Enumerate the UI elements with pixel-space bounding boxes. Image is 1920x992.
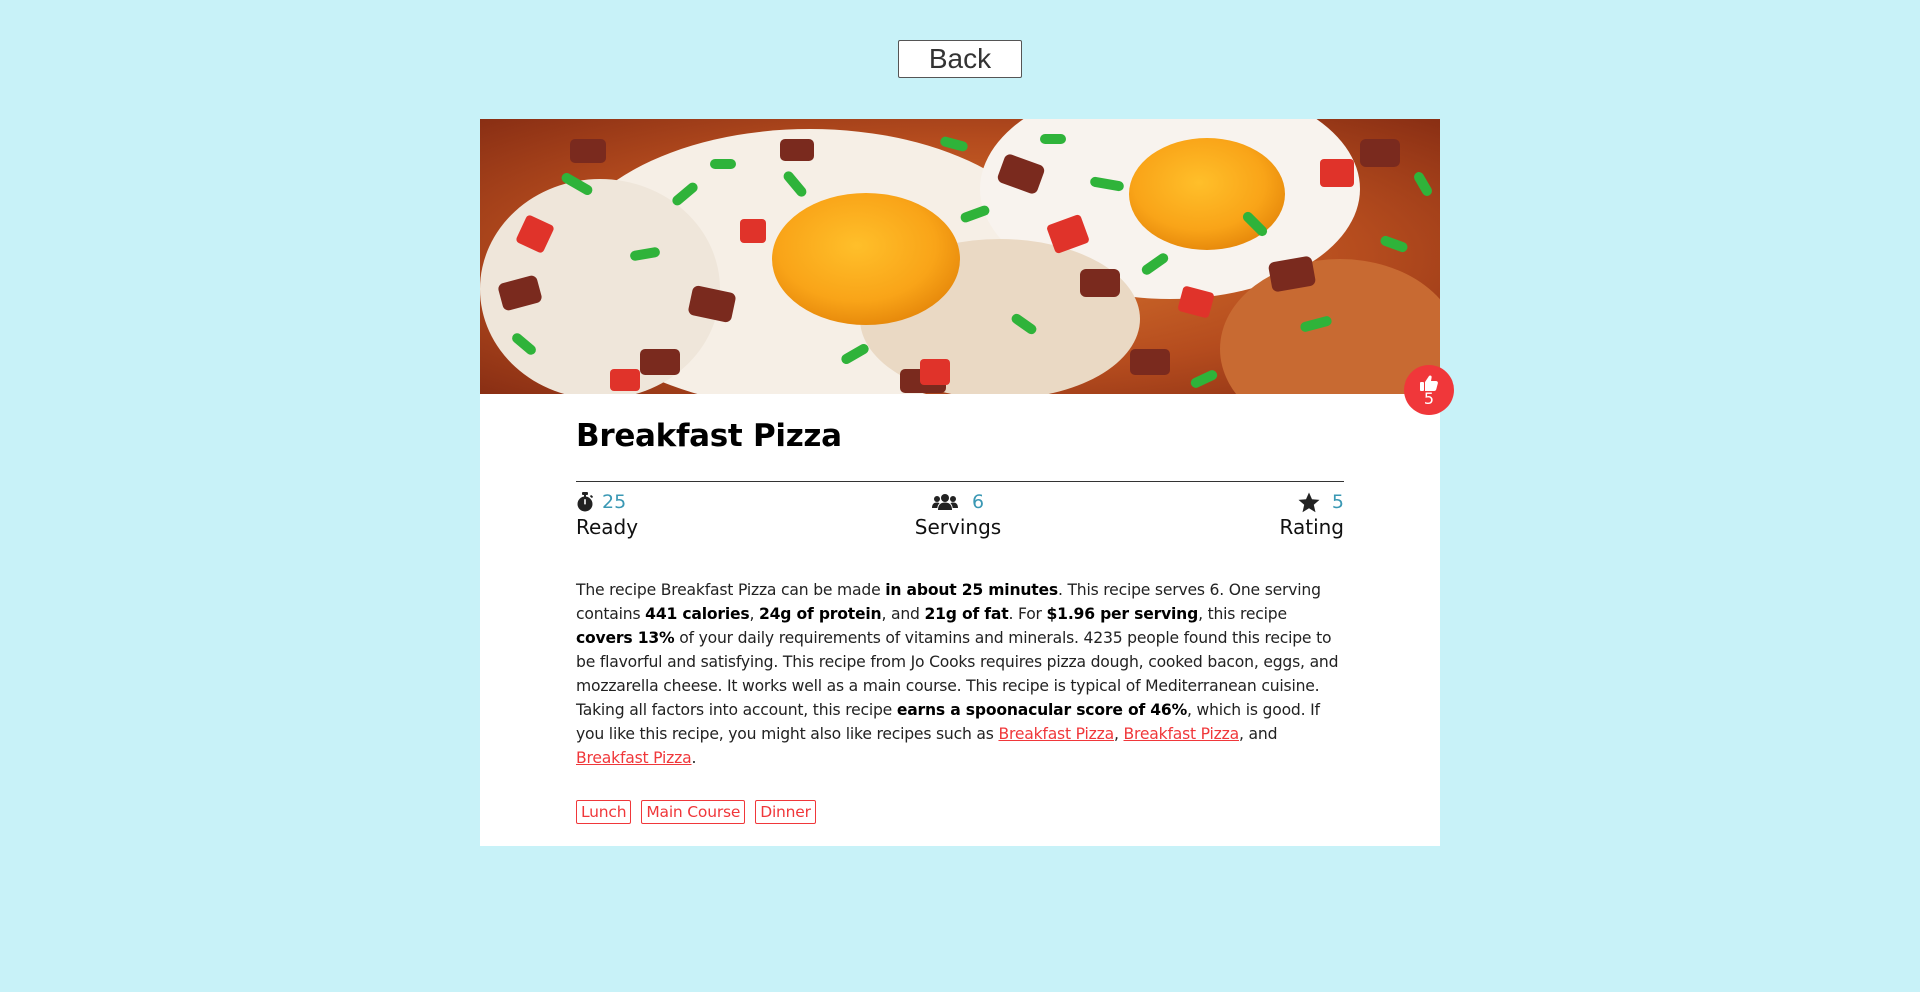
recipe-tags: Lunch Main Course Dinner xyxy=(576,800,1344,824)
back-button[interactable]: Back xyxy=(898,40,1022,78)
users-icon xyxy=(931,494,958,510)
similar-recipe-link-2[interactable]: Breakfast Pizza xyxy=(1124,725,1240,743)
recipe-details: Breakfast Pizza 25 Ready 6 Servings 5 Ra… xyxy=(576,409,1344,824)
recipe-image xyxy=(480,119,1440,394)
similar-recipe-link-1[interactable]: Breakfast Pizza xyxy=(998,725,1114,743)
rating-label: Rating xyxy=(1279,515,1344,539)
servings-label: Servings xyxy=(914,515,1002,539)
star-icon xyxy=(1298,492,1320,512)
tag-dinner[interactable]: Dinner xyxy=(755,800,816,824)
stat-ready: 25 Ready xyxy=(576,490,638,540)
recipe-title: Breakfast Pizza xyxy=(576,418,842,454)
stat-rating: 5 Rating xyxy=(1280,490,1344,540)
tag-main-course[interactable]: Main Course xyxy=(641,800,746,824)
recipe-summary: The recipe Breakfast Pizza can be made i… xyxy=(576,581,1339,767)
stat-servings: 6 Servings xyxy=(915,490,1001,540)
recipe-stats: 25 Ready 6 Servings 5 Rating xyxy=(576,490,1344,550)
stopwatch-icon xyxy=(577,492,593,512)
like-badge[interactable]: 5 xyxy=(1404,365,1454,415)
servings-value: 6 xyxy=(971,491,985,513)
ready-label: Ready xyxy=(576,515,639,539)
tag-lunch[interactable]: Lunch xyxy=(576,800,632,824)
ready-value: 25 xyxy=(602,491,627,513)
recipe-card: 5 Breakfast Pizza 25 Ready 6 Servings 5 … xyxy=(480,119,1454,846)
like-count: 5 xyxy=(1423,389,1435,408)
similar-recipe-link-3[interactable]: Breakfast Pizza xyxy=(576,749,692,767)
divider xyxy=(576,481,1344,482)
rating-value: 5 xyxy=(1331,491,1344,513)
